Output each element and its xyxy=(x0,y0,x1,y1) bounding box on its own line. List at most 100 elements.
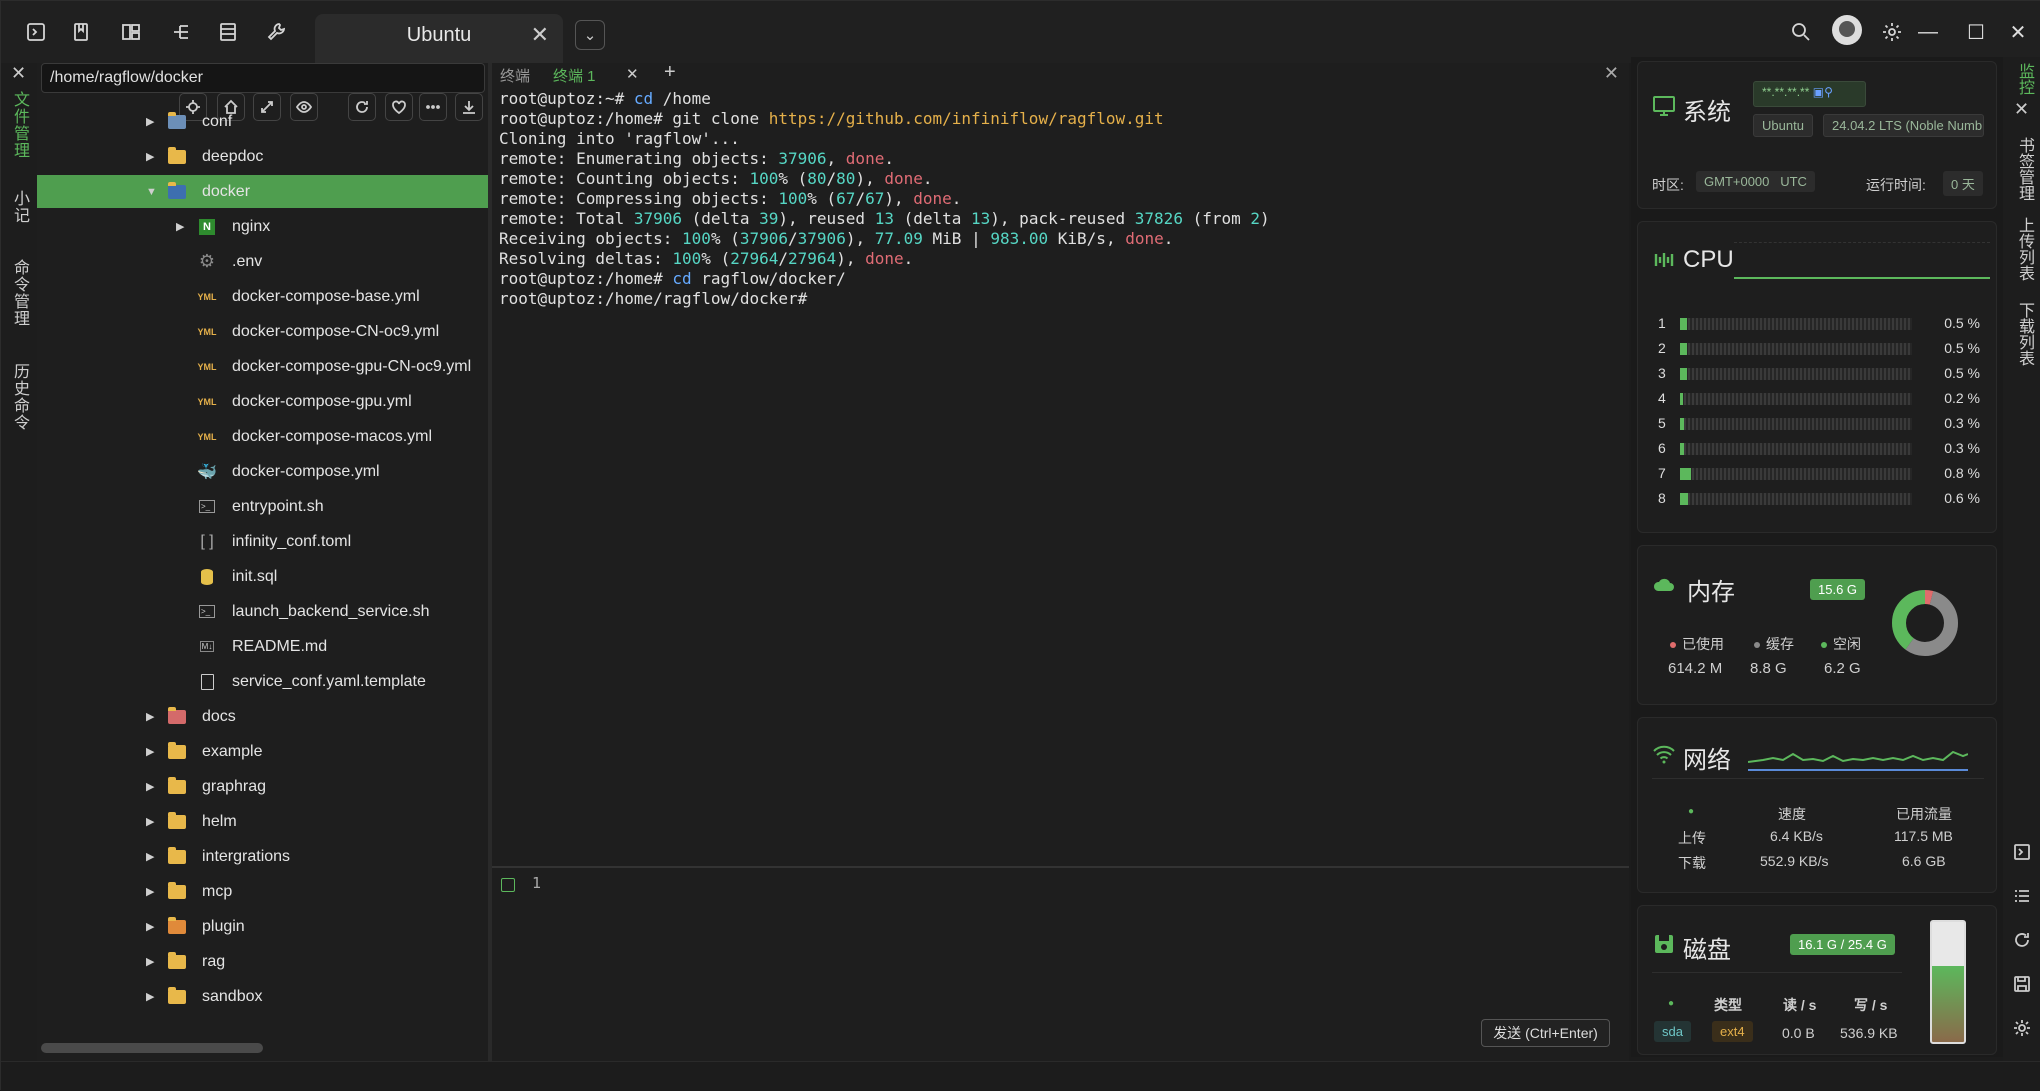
expand-arrow-icon[interactable]: ▶ xyxy=(146,920,154,933)
terminal-text: done xyxy=(1125,229,1164,248)
search-icon[interactable] xyxy=(1786,17,1816,47)
list-view-icon[interactable] xyxy=(2013,887,2033,907)
tab-command-manager[interactable]: 命令管理 xyxy=(7,259,31,327)
collapse-arrow-icon[interactable]: ▼ xyxy=(146,186,157,198)
tab-bookmark-manager[interactable]: 书签管理 xyxy=(2012,137,2036,201)
monitor-settings-icon[interactable] xyxy=(2013,1019,2033,1039)
refresh-monitor-icon[interactable] xyxy=(2013,931,2033,951)
close-sidebar-icon[interactable]: ✕ xyxy=(11,63,26,84)
expand-arrow-icon[interactable]: ▶ xyxy=(146,115,154,128)
command-input-area[interactable]: 1 发送 (Ctrl+Enter) xyxy=(492,868,1629,1061)
tree-item[interactable]: ▶ intergrations xyxy=(37,840,488,873)
tree-icon[interactable] xyxy=(166,17,196,47)
tab-terminal[interactable]: 终端 xyxy=(500,65,530,86)
tree-item[interactable]: ▶ Nnginx xyxy=(37,210,488,243)
expand-arrow-icon[interactable]: ▶ xyxy=(146,710,154,723)
ip-badge[interactable]: **.**.**.** ▣⚲ xyxy=(1753,81,1866,107)
cpu-core-row: 4 0.2 % xyxy=(1658,389,1998,409)
tree-item[interactable]: ▶ helm xyxy=(37,805,488,838)
tree-item[interactable]: ▶ rag xyxy=(37,945,488,978)
tree-item[interactable]: init.sql xyxy=(37,560,488,593)
tree-item[interactable]: ▶ deepdoc xyxy=(37,140,488,173)
tree-item[interactable]: ▶ graphrag xyxy=(37,770,488,803)
tree-item[interactable]: 🐳 docker-compose.yml xyxy=(37,455,488,488)
tree-item[interactable]: ▶ example xyxy=(37,735,488,768)
close-monitor-icon[interactable]: ✕ xyxy=(2014,99,2029,120)
app-window: Ubuntu ✕ ⌄ — ☐ ✕ ✕ 文件管理 小记 命令管理 历史命令 /ho… xyxy=(0,0,2040,1091)
tab-terminal-1[interactable]: 终端 1 xyxy=(553,65,596,86)
close-tab-icon[interactable]: ✕ xyxy=(531,22,549,48)
tree-item[interactable]: >_ launch_backend_service.sh xyxy=(37,595,488,628)
terminal-text: 27964 xyxy=(788,249,837,268)
minimize-button[interactable]: — xyxy=(1911,15,1945,49)
docs-folder-icon xyxy=(167,706,187,726)
expand-arrow-icon[interactable]: ▶ xyxy=(176,220,184,233)
expand-arrow-icon[interactable]: ▶ xyxy=(146,150,154,163)
tree-item[interactable]: ▶ docs xyxy=(37,700,488,733)
close-terminal-tab-icon[interactable]: ✕ xyxy=(626,65,639,83)
tree-item[interactable]: YML docker-compose-gpu.yml xyxy=(37,385,488,418)
tree-item[interactable]: ⚙ .env xyxy=(37,245,488,278)
tab-file-manager[interactable]: 文件管理 xyxy=(7,91,31,159)
path-input[interactable]: /home/ragflow/docker xyxy=(41,63,485,93)
tree-item[interactable]: YML docker-compose-base.yml xyxy=(37,280,488,313)
tree-item[interactable]: M↓ README.md xyxy=(37,630,488,663)
cache-label: 缓存 xyxy=(1766,636,1794,652)
terminal-text: 100 xyxy=(778,189,808,208)
terminal-toggle-icon[interactable] xyxy=(2013,843,2033,863)
terminal-output[interactable]: root@uptoz:~# cd /home root@uptoz:/home# … xyxy=(499,89,1270,309)
disk-usage-fill xyxy=(1932,965,1964,1042)
layout-icon[interactable] xyxy=(116,17,146,47)
tab-upload-list[interactable]: 上传列表 xyxy=(2012,217,2036,281)
tree-item-label: docker-compose-gpu.yml xyxy=(232,392,412,410)
tree-item[interactable]: YML docker-compose-macos.yml xyxy=(37,420,488,453)
tree-item[interactable]: YML docker-compose-gpu-CN-oc9.yml xyxy=(37,350,488,383)
tab-download-list[interactable]: 下载列表 xyxy=(2012,302,2036,366)
cpu-core-index: 4 xyxy=(1658,390,1666,406)
tree-item[interactable]: YML docker-compose-CN-oc9.yml xyxy=(37,315,488,348)
wrench-icon[interactable] xyxy=(261,17,291,47)
tree-item-label: docker-compose-macos.yml xyxy=(232,427,433,445)
expand-arrow-icon[interactable]: ▶ xyxy=(146,885,154,898)
expand-arrow-icon[interactable]: ▶ xyxy=(146,815,154,828)
tree-item[interactable]: ▶ conf xyxy=(37,105,488,138)
docker-folder-icon xyxy=(167,181,187,201)
terminal-icon[interactable] xyxy=(21,17,51,47)
bookmark-icon[interactable] xyxy=(66,17,96,47)
terminal-text: root@uptoz:~# xyxy=(499,89,634,108)
search-ip-icon[interactable]: ⚲ xyxy=(1824,85,1833,99)
tree-item[interactable]: ▶ plugin xyxy=(37,910,488,943)
disk-usage-badge: 16.1 G / 25.4 G xyxy=(1790,934,1895,955)
close-terminal-panel-icon[interactable]: ✕ xyxy=(1604,63,1619,84)
tab-notes[interactable]: 小记 xyxy=(7,190,31,224)
tree-item[interactable]: service_conf.yaml.template xyxy=(37,665,488,698)
copy-icon[interactable]: ▣ xyxy=(1813,85,1824,99)
expand-arrow-icon[interactable]: ▶ xyxy=(146,745,154,758)
tree-item[interactable]: >_ entrypoint.sh xyxy=(37,490,488,523)
tab-dropdown-button[interactable]: ⌄ xyxy=(575,20,605,50)
maximize-button[interactable]: ☐ xyxy=(1959,15,1993,49)
expand-arrow-icon[interactable]: ▶ xyxy=(146,850,154,863)
close-window-button[interactable]: ✕ xyxy=(2001,15,2035,49)
terminal-text: % ( xyxy=(778,169,808,188)
cpu-core-row: 3 0.5 % xyxy=(1658,364,1998,384)
expand-arrow-icon[interactable]: ▶ xyxy=(146,990,154,1003)
tree-item[interactable]: ▶ mcp xyxy=(37,875,488,908)
avatar[interactable] xyxy=(1832,15,1862,45)
horizontal-scrollbar[interactable] xyxy=(41,1043,263,1053)
tree-item[interactable]: ▶ sandbox xyxy=(37,980,488,1013)
tree-item-label: plugin xyxy=(202,917,245,935)
expand-arrow-icon[interactable]: ▶ xyxy=(146,955,154,968)
file-icon xyxy=(197,673,217,691)
tab-command-history[interactable]: 历史命令 xyxy=(7,363,31,431)
settings-gear-icon[interactable] xyxy=(1877,17,1907,47)
tab-monitor[interactable]: 监控 xyxy=(2012,63,2036,95)
session-tab[interactable]: Ubuntu ✕ xyxy=(315,14,563,63)
tree-item[interactable]: ▼ docker xyxy=(37,175,488,208)
save-icon[interactable] xyxy=(2013,975,2033,995)
tree-item[interactable]: [ ] infinity_conf.toml xyxy=(37,525,488,558)
send-button[interactable]: 发送 (Ctrl+Enter) xyxy=(1481,1019,1610,1047)
list-icon[interactable] xyxy=(213,17,243,47)
add-tab-button[interactable]: + xyxy=(664,61,676,84)
expand-arrow-icon[interactable]: ▶ xyxy=(146,780,154,793)
